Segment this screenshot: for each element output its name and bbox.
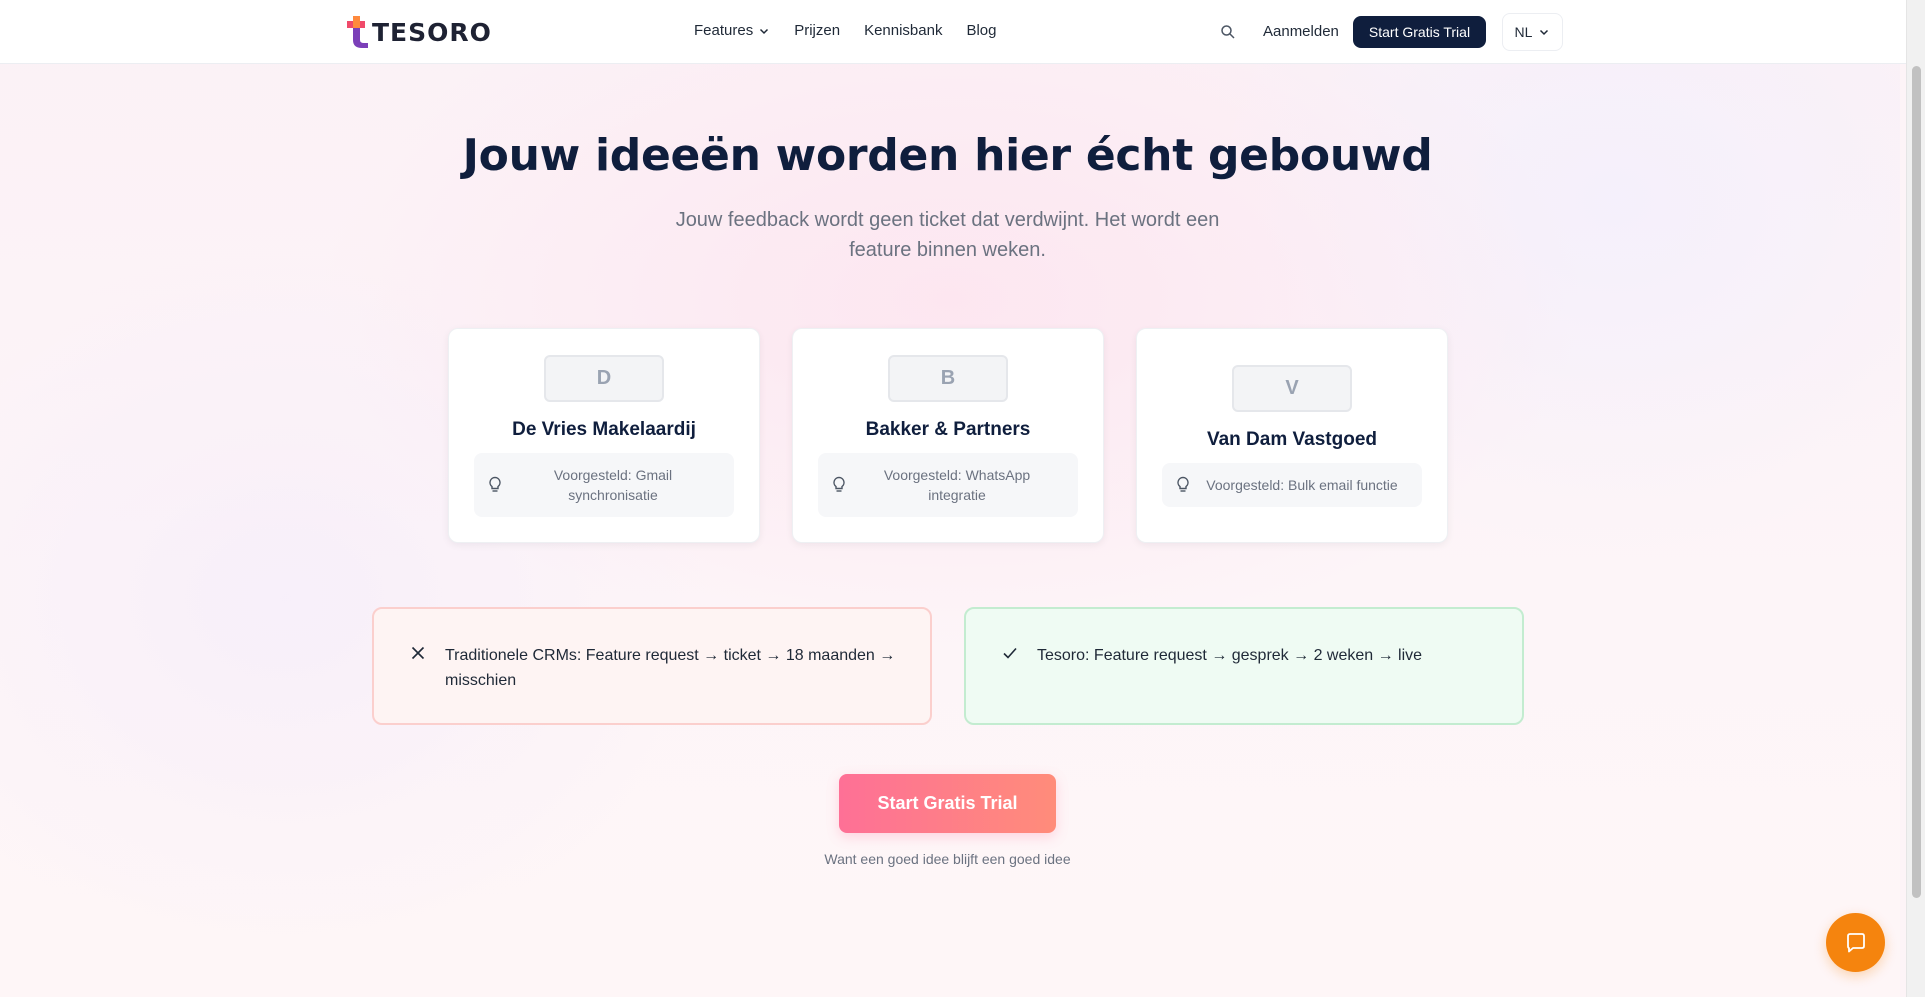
avatar: D [544, 355, 664, 402]
lightbulb-icon [489, 476, 501, 492]
customer-name: Van Dam Vastgoed [1206, 429, 1377, 450]
customer-card: D De Vries Makelaardij Voorgesteld: Gmai… [448, 328, 760, 543]
avatar: B [888, 355, 1008, 402]
nav-features-label: Features [694, 22, 754, 39]
cta-note: Want een goed idee blijft een goed idee [824, 851, 1071, 867]
login-link[interactable]: Aanmelden [1263, 23, 1339, 40]
language-label: NL [1514, 24, 1533, 40]
main-nav: Features Prijzen Kennisbank Blog [694, 22, 1021, 39]
customer-card: V Van Dam Vastgoed Voorgesteld: Bulk ema… [1136, 328, 1448, 543]
suggestion-box: Voorgesteld: Gmail synchronisatie [474, 453, 734, 517]
logo-text: TESORO [372, 17, 492, 47]
site-header: TESORO Features Prijzen Kennisbank Blog … [0, 0, 1906, 64]
page-subtitle: Jouw feedback wordt geen ticket dat verd… [675, 209, 1220, 261]
suggestion-text: Voorgesteld: Bulk email functie [1206, 477, 1398, 493]
customer-name: Bakker & Partners [865, 419, 1031, 440]
lightbulb-icon [833, 476, 845, 492]
scrollbar-thumb[interactable] [1912, 66, 1921, 898]
tesoro-box: Tesoro: Feature request → gesprek → 2 we… [964, 607, 1524, 725]
page-title: Jouw ideeën worden hier écht gebouwd [462, 130, 1433, 181]
logo[interactable]: TESORO [347, 16, 492, 48]
traditional-crm-text: Traditionele CRMs: Feature request → tic… [445, 647, 896, 689]
scrollbar[interactable] [1906, 0, 1925, 997]
language-selector[interactable]: NL [1502, 13, 1563, 51]
start-trial-button[interactable]: Start Gratis Trial [839, 774, 1056, 833]
nav-blog[interactable]: Blog [966, 22, 996, 39]
check-icon [1003, 647, 1017, 659]
chat-icon [1846, 932, 1865, 952]
header-trial-button[interactable]: Start Gratis Trial [1353, 16, 1486, 48]
nav-prijzen[interactable]: Prijzen [794, 22, 840, 39]
tesoro-text: Tesoro: Feature request → gesprek → 2 we… [1037, 647, 1423, 664]
lightbulb-icon [1177, 476, 1189, 492]
suggestion-text: Voorgesteld: WhatsApp integratie [883, 467, 1031, 503]
customer-card: B Bakker & Partners Voorgesteld: WhatsAp… [792, 328, 1104, 543]
suggestion-box: Voorgesteld: Bulk email functie [1162, 463, 1422, 507]
chevron-down-icon [1540, 29, 1549, 36]
nav-blog-label: Blog [966, 22, 997, 39]
close-icon [411, 646, 425, 660]
nav-prijzen-label: Prijzen [794, 22, 841, 39]
chat-button[interactable] [1826, 913, 1885, 972]
avatar: V [1232, 365, 1352, 412]
logo-mark-icon [347, 16, 369, 48]
suggestion-box: Voorgesteld: WhatsApp integratie [818, 453, 1078, 517]
nav-kennisbank[interactable]: Kennisbank [864, 22, 942, 39]
traditional-crm-box: Traditionele CRMs: Feature request → tic… [372, 607, 932, 725]
chevron-down-icon [760, 28, 769, 34]
nav-features[interactable]: Features [694, 22, 770, 39]
search-icon[interactable] [1220, 24, 1236, 40]
suggestion-text: Voorgesteld: Gmail synchronisatie [553, 467, 673, 503]
customer-name: De Vries Makelaardij [512, 419, 696, 440]
nav-kennisbank-label: Kennisbank [864, 22, 943, 39]
